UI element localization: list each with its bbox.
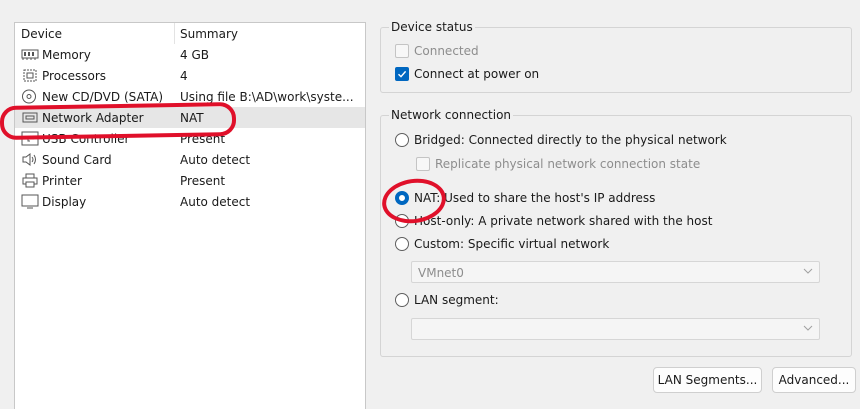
connect-at-power-on-label: Connect at power on [414, 67, 540, 81]
device-list-header: Device Summary [15, 23, 365, 44]
device-name: Display [42, 195, 87, 209]
lan-segment-dropdown[interactable] [411, 318, 820, 340]
custom-label: Custom: Specific virtual network [414, 237, 610, 251]
device-summary: Using file B:\AD\work\syste... [180, 90, 354, 104]
device-summary: Present [180, 174, 226, 188]
device-summary: Present [180, 132, 226, 146]
column-header-device[interactable]: Device [21, 27, 62, 41]
device-name: Printer [42, 174, 82, 188]
device-row-network-adapter[interactable]: Network Adapter NAT [15, 107, 365, 128]
connected-label: Connected [414, 44, 479, 58]
device-name: Network Adapter [42, 111, 144, 125]
device-row-printer[interactable]: Printer Present [15, 170, 365, 191]
processor-icon [23, 69, 37, 82]
chevron-down-icon [803, 268, 813, 274]
column-header-summary[interactable]: Summary [180, 27, 238, 41]
checkmark-icon [398, 70, 407, 78]
device-name: Memory [42, 48, 91, 62]
usb-controller-icon [21, 131, 39, 146]
sound-card-icon [22, 153, 36, 166]
lan-segments-button[interactable]: LAN Segments... [653, 367, 762, 393]
device-status-group: Device status Connected Connect at power… [380, 20, 852, 93]
device-row-sound-card[interactable]: Sound Card Auto detect [15, 149, 365, 170]
lan-segment-radio[interactable] [395, 293, 409, 307]
replicate-checkbox[interactable] [416, 157, 430, 171]
device-name: USB Controller [42, 132, 130, 146]
nat-radio[interactable] [395, 191, 409, 205]
network-adapter-icon [22, 112, 38, 123]
device-row-display[interactable]: Display Auto detect [15, 191, 365, 212]
host-only-label: Host-only: A private network shared with… [414, 214, 713, 228]
host-only-radio[interactable] [395, 214, 409, 228]
custom-network-value: VMnet0 [418, 266, 464, 280]
custom-network-dropdown[interactable]: VMnet0 [411, 261, 820, 283]
column-divider[interactable] [174, 23, 175, 44]
replicate-label: Replicate physical network connection st… [435, 157, 701, 171]
connected-checkbox[interactable] [395, 44, 409, 58]
device-status-title: Device status [389, 20, 475, 34]
connect-at-power-on-checkbox[interactable] [395, 67, 409, 81]
bridged-radio[interactable] [395, 133, 409, 147]
device-summary: 4 GB [180, 48, 209, 62]
device-name: Processors [42, 69, 107, 83]
device-summary: 4 [180, 69, 188, 83]
memory-icon [21, 49, 39, 60]
network-connection-title: Network connection [389, 108, 514, 122]
custom-radio[interactable] [395, 237, 409, 251]
lan-segment-label: LAN segment: [414, 293, 499, 307]
device-name: New CD/DVD (SATA) [42, 90, 164, 104]
cd-dvd-icon [22, 89, 36, 104]
printer-icon [22, 173, 38, 188]
device-name: Sound Card [42, 153, 112, 167]
chevron-down-icon [803, 325, 813, 331]
device-summary: Auto detect [180, 195, 251, 209]
device-summary: NAT [180, 111, 204, 125]
advanced-button[interactable]: Advanced... [772, 367, 856, 393]
device-row-memory[interactable]: Memory 4 GB [15, 44, 365, 65]
device-row-processors[interactable]: Processors 4 [15, 65, 365, 86]
bridged-label: Bridged: Connected directly to the physi… [414, 133, 727, 147]
device-row-usb-controller[interactable]: USB Controller Present [15, 128, 365, 149]
network-connection-group: Network connection Bridged: Connected di… [380, 108, 852, 357]
device-summary: Auto detect [180, 153, 251, 167]
nat-label: NAT: Used to share the host's IP address [414, 191, 656, 205]
display-icon [21, 194, 39, 209]
device-list: Device Summary Memory 4 GB Processors 4 … [14, 22, 366, 409]
device-row-cd-dvd[interactable]: New CD/DVD (SATA) Using file B:\AD\work\… [15, 86, 365, 107]
